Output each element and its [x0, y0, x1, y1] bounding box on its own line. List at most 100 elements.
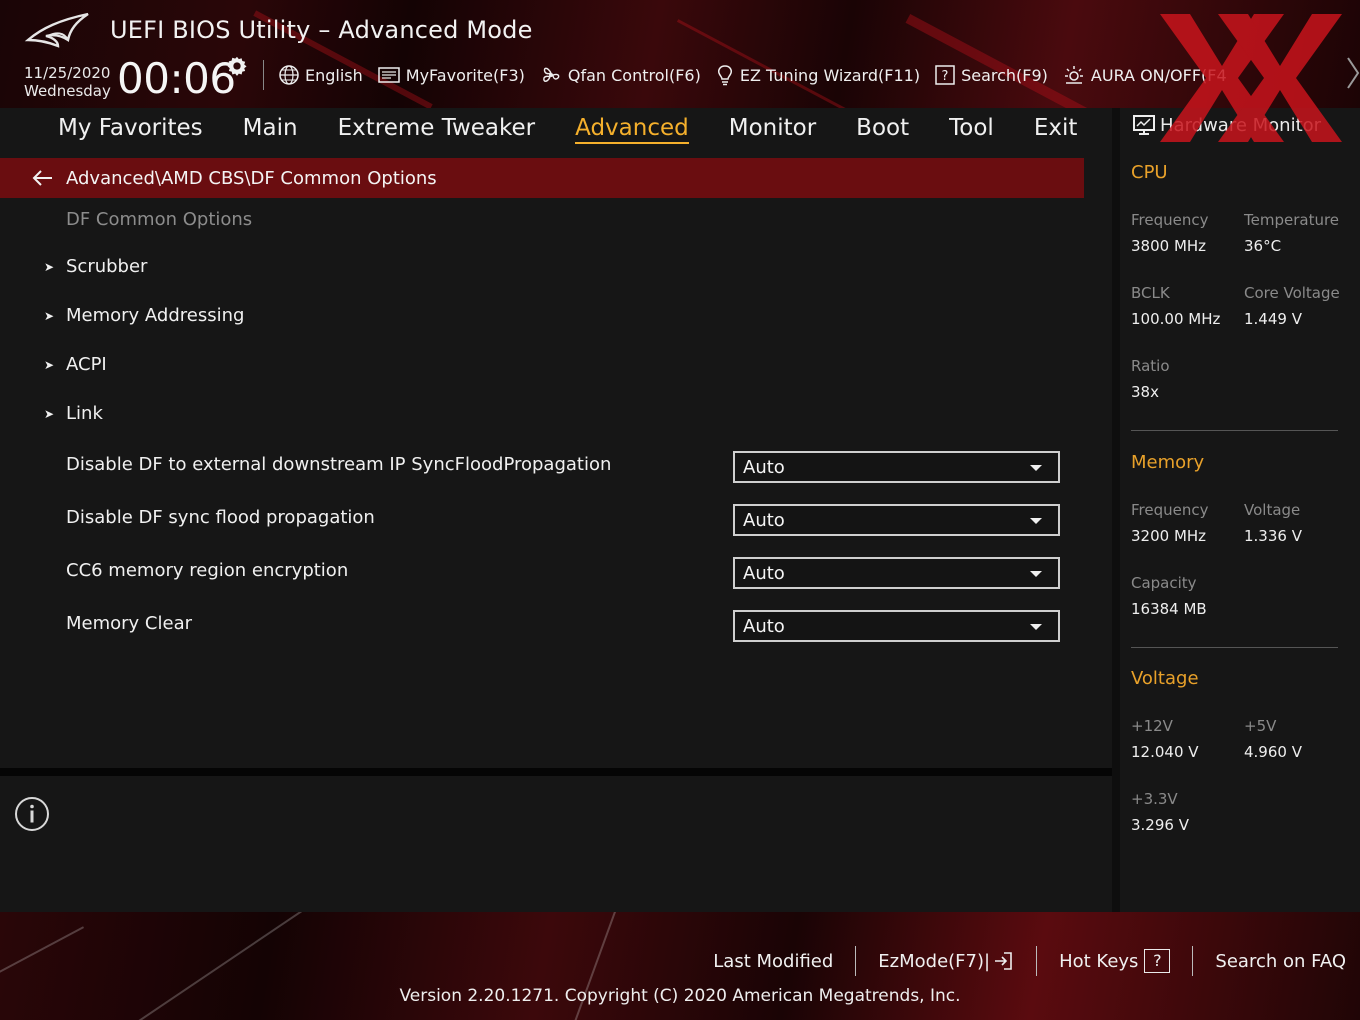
date-text: 11/25/2020 — [24, 64, 111, 82]
chevron-down-icon — [1030, 624, 1042, 630]
ezmode-button[interactable]: EzMode(F7)| — [856, 950, 1036, 972]
info-icon — [15, 797, 49, 831]
cpu-frequency-value: 3800 MHz — [1131, 237, 1207, 255]
footer-links: Last Modified EzMode(F7)| Hot Keys ? Sea… — [691, 946, 1346, 976]
select-value: Auto — [743, 562, 785, 584]
aura-light-icon — [1064, 66, 1083, 84]
option-label-memory-clear: Memory Clear — [66, 613, 192, 634]
back-arrow-icon[interactable] — [32, 169, 54, 187]
myfavorite-button[interactable]: MyFavorite(F3) — [377, 65, 525, 85]
chevron-right-icon: ➤ — [44, 308, 55, 323]
tab-extreme-tweaker[interactable]: Extreme Tweaker — [338, 115, 536, 141]
last-modified-button[interactable]: Last Modified — [691, 951, 855, 972]
cpu-ratio-value: 38x — [1131, 383, 1159, 401]
tab-boot[interactable]: Boot — [856, 115, 909, 141]
ez-tuning-label: EZ Tuning Wizard(F11) — [739, 65, 921, 85]
submenu-acpi[interactable]: ➤ ACPI — [44, 354, 107, 375]
submenu-link[interactable]: ➤ Link — [44, 403, 103, 424]
tab-advanced[interactable]: Advanced — [575, 115, 689, 144]
chevron-right-icon: ➤ — [44, 357, 55, 372]
question-box-icon: ? — [935, 65, 955, 85]
rog-logo-icon — [24, 12, 89, 48]
favorite-list-icon — [378, 67, 400, 83]
hw-divider — [1131, 647, 1338, 648]
hw-label: Core Voltage — [1244, 284, 1340, 302]
footer-decor — [0, 926, 85, 980]
select-memory-clear[interactable]: Auto — [733, 610, 1060, 642]
monitor-screen-icon — [1133, 115, 1155, 135]
chevron-right-icon: ➤ — [44, 406, 55, 421]
option-label-df-external-syncflood: Disable DF to external downstream IP Syn… — [66, 454, 612, 475]
submenu-label: Memory Addressing — [66, 305, 245, 326]
qfan-button[interactable]: Qfan Control(F6) — [539, 64, 701, 86]
scroll-right-icon[interactable] — [1344, 56, 1360, 90]
cpu-temperature-value: 36°C — [1244, 237, 1282, 255]
cpu-bclk-value: 100.00 MHz — [1131, 310, 1221, 328]
language-label: English — [305, 65, 363, 85]
option-label-df-sync-flood: Disable DF sync flood propagation — [66, 507, 375, 528]
chevron-right-icon: ➤ — [44, 259, 55, 274]
language-button[interactable]: English — [278, 64, 363, 86]
select-value: Auto — [743, 456, 785, 478]
hardware-monitor-panel: Hardware Monitor CPU Frequency Temperatu… — [1120, 108, 1360, 912]
submenu-memory-addressing[interactable]: ➤ Memory Addressing — [44, 305, 244, 326]
breadcrumb[interactable]: Advanced\AMD CBS\DF Common Options — [0, 158, 1084, 198]
select-value: Auto — [743, 615, 785, 637]
hardware-monitor-title-text: Hardware Monitor — [1160, 114, 1322, 136]
help-info-panel — [0, 776, 1112, 912]
hw-label: Capacity — [1131, 574, 1197, 592]
memory-frequency-value: 3200 MHz — [1131, 527, 1207, 545]
tab-my-favorites[interactable]: My Favorites — [58, 115, 203, 141]
myfavorite-label: MyFavorite(F3) — [405, 65, 525, 85]
svg-text:?: ? — [942, 69, 949, 84]
hot-keys-button[interactable]: Hot Keys ? — [1037, 949, 1192, 973]
globe-icon — [279, 65, 299, 85]
hw-label: BCLK — [1131, 284, 1170, 302]
weekday-text: Wednesday — [24, 82, 111, 100]
aura-label: AURA ON/OFF(F4 — [1090, 65, 1227, 85]
chevron-down-icon — [1030, 571, 1042, 577]
hw-label: Frequency — [1131, 211, 1209, 229]
tab-tool[interactable]: Tool — [949, 115, 994, 141]
hw-label: +5V — [1244, 717, 1277, 735]
hardware-monitor-title: Hardware Monitor — [1132, 114, 1321, 136]
select-df-sync-flood[interactable]: Auto — [733, 504, 1060, 536]
submenu-label: Link — [66, 403, 103, 424]
option-label-cc6-encryption: CC6 memory region encryption — [66, 560, 349, 581]
aura-button[interactable]: AURA ON/OFF(F4 — [1062, 64, 1227, 86]
search-button[interactable]: ? Search(F9) — [934, 64, 1048, 86]
tab-monitor[interactable]: Monitor — [729, 115, 816, 141]
tab-exit[interactable]: Exit — [1034, 115, 1078, 141]
search-faq-button[interactable]: Search on FAQ — [1193, 951, 1346, 972]
select-value: Auto — [743, 509, 785, 531]
header-divider — [263, 60, 264, 90]
chevron-down-icon — [1030, 518, 1042, 524]
hw-section-memory: Memory — [1131, 452, 1205, 473]
footer-bar: Last Modified EzMode(F7)| Hot Keys ? Sea… — [0, 912, 1360, 1020]
voltage-5v-value: 4.960 V — [1244, 743, 1302, 761]
version-copyright: Version 2.20.1271. Copyright (C) 2020 Am… — [399, 986, 961, 1006]
submenu-label: ACPI — [66, 354, 107, 375]
memory-voltage-value: 1.336 V — [1244, 527, 1302, 545]
select-cc6-encryption[interactable]: Auto — [733, 557, 1060, 589]
app-title: UEFI BIOS Utility – Advanced Mode — [110, 16, 533, 44]
gear-icon[interactable] — [226, 55, 248, 77]
date-display: 11/25/2020 Wednesday — [24, 64, 111, 100]
panel-divider — [0, 768, 1112, 776]
lightbulb-icon — [717, 65, 732, 86]
question-key-icon: ? — [1144, 949, 1171, 973]
hw-label: +12V — [1131, 717, 1173, 735]
header-decor — [905, 13, 1105, 108]
main-tab-bar: My Favorites Main Extreme Tweaker Advanc… — [0, 108, 1112, 148]
ez-tuning-button[interactable]: EZ Tuning Wizard(F11) — [715, 64, 920, 86]
select-df-external-syncflood[interactable]: Auto — [733, 451, 1060, 483]
version-text: Version 2.20.1271. Copyright (C) 2020 Am… — [0, 986, 1360, 1006]
cpu-core-voltage-value: 1.449 V — [1244, 310, 1302, 328]
hot-keys-label: Hot Keys — [1059, 950, 1139, 972]
settings-panel: Advanced\AMD CBS\DF Common Options DF Co… — [0, 148, 1112, 768]
hw-section-voltage: Voltage — [1131, 668, 1199, 689]
tab-main[interactable]: Main — [243, 115, 298, 141]
qfan-label: Qfan Control(F6) — [567, 65, 701, 85]
submenu-scrubber[interactable]: ➤ Scrubber — [44, 256, 147, 277]
chevron-down-icon — [1030, 465, 1042, 471]
